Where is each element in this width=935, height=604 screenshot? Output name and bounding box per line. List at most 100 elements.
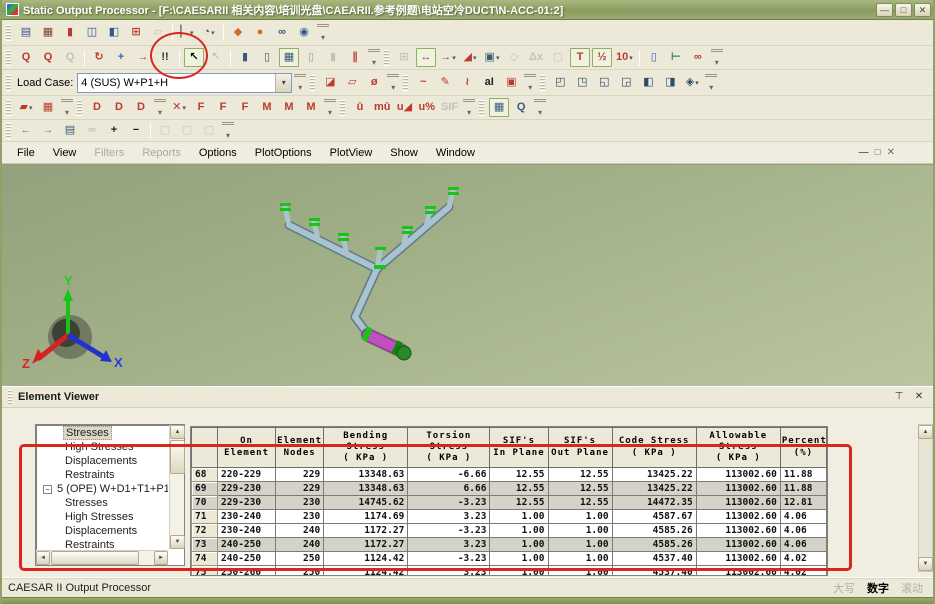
table-row[interactable]: 71230-2402301174.693.231.001.004587.6711… — [192, 510, 827, 524]
mdi-minimize-button[interactable]: — — [859, 147, 869, 158]
tee-check-button[interactable]: T — [570, 48, 590, 67]
walk-through-button[interactable]: !! — [155, 48, 175, 67]
toolbar-overflow-button[interactable]: ▾ — [387, 74, 399, 92]
length-halve-button[interactable]: ½ — [592, 48, 612, 67]
toolbar-overflow-button[interactable]: ▾ — [524, 74, 536, 92]
toolbar-overflow-button[interactable]: ▾ — [368, 49, 380, 67]
moment-element-button[interactable]: M — [279, 98, 299, 117]
restraints-button[interactable]: ↔ — [416, 48, 436, 67]
tree-vscrollbar[interactable]: ▲ ▼ — [169, 425, 184, 549]
mdi-close-button[interactable]: ✕ — [887, 147, 895, 158]
toolbar-grip[interactable] — [6, 75, 11, 91]
zoom-minus-button[interactable]: − — [126, 121, 146, 140]
moment-node-button[interactable]: M — [257, 98, 277, 117]
force-node-button[interactable]: F — [191, 98, 211, 117]
tree-item[interactable]: Stresses — [37, 496, 168, 510]
column-header[interactable]: Element Nodes — [276, 428, 324, 468]
render-wireframe-button[interactable]: ▯ — [257, 48, 277, 67]
zoom-plus-button[interactable]: + — [104, 121, 124, 140]
briefcase-button[interactable]: ▦ — [38, 23, 58, 42]
toolbar-grip[interactable] — [384, 50, 389, 66]
render-translucent-button[interactable]: ▯ — [301, 48, 321, 67]
table-row[interactable]: 74240-2502501124.42-3.231.001.004537.401… — [192, 552, 827, 566]
ruler-vertical-button[interactable]: ▯ — [644, 48, 664, 67]
toolbar-overflow-button[interactable]: ▾ — [534, 99, 546, 117]
toolbar-overflow-button[interactable]: ▾ — [324, 99, 336, 117]
toolbar-grip[interactable] — [403, 75, 408, 91]
menu-options[interactable]: Options — [190, 144, 246, 162]
stress-percent-button[interactable]: u% — [417, 98, 438, 117]
column-header[interactable]: Bending Stress ( KPa ) — [324, 428, 408, 468]
pan-button[interactable]: + — [111, 48, 131, 67]
minimize-button[interactable]: — — [876, 3, 893, 17]
tree-hscrollbar[interactable]: ◄ ► — [36, 550, 168, 565]
menu-plotview[interactable]: PlotView — [321, 144, 382, 162]
view-orient-button[interactable]: ◈▾ — [682, 73, 702, 92]
table-row[interactable]: 69229-23022913348.636.6612.5512.5513425.… — [192, 482, 827, 496]
binoculars-blue-button[interactable]: ∞ — [272, 23, 292, 42]
close-button[interactable]: ✕ — [914, 3, 931, 17]
stress-mu-button[interactable]: mū — [372, 98, 393, 117]
panel-grip-icon[interactable] — [8, 390, 12, 404]
find-node-button[interactable]: ∞ — [688, 48, 708, 67]
annotation-box-button[interactable]: ▣ — [501, 73, 521, 92]
select-arrow-button[interactable]: ↖ — [184, 48, 204, 67]
collapse-icon[interactable]: − — [43, 485, 52, 494]
row-number-cell[interactable]: 69 — [192, 482, 218, 496]
toolbar-grip[interactable] — [479, 100, 484, 116]
stress-peak-button[interactable]: u◢ — [395, 98, 415, 117]
close-panel-icon[interactable]: ✕ — [911, 390, 927, 405]
menu-view[interactable]: View — [44, 144, 86, 162]
view-iso-nw-button[interactable]: ◰ — [550, 73, 570, 92]
toolbar-overflow-button[interactable]: ▾ — [61, 99, 73, 117]
tree-vscroll-thumb[interactable] — [170, 440, 185, 474]
view-iso-ne-button[interactable]: ◳ — [572, 73, 592, 92]
ink-cartridge-button[interactable]: ▮ — [60, 23, 80, 42]
scroll-up-icon[interactable]: ▲ — [918, 425, 933, 439]
row-number-cell[interactable]: 68 — [192, 468, 218, 482]
displacements-arrow-button[interactable]: →▾ — [438, 48, 458, 67]
viewer-vscrollbar[interactable]: ▲ ▼ — [918, 424, 933, 572]
word-report-button[interactable]: ▤ — [16, 23, 36, 42]
tree-item[interactable]: Displacements — [37, 524, 168, 538]
expand-range-button[interactable]: ✕▾ — [169, 98, 189, 117]
render-hidden-line-button[interactable]: ▦ — [279, 48, 299, 67]
zoom-out-button[interactable]: Q — [38, 48, 58, 67]
tree-item[interactable]: Restraints — [37, 538, 168, 549]
menu-show[interactable]: Show — [381, 144, 427, 162]
camera-button[interactable]: ◉ — [294, 23, 314, 42]
rotate-button[interactable]: ↻ — [89, 48, 109, 67]
toolbar-grip[interactable] — [6, 50, 11, 66]
scroll-down-icon[interactable]: ▼ — [170, 535, 185, 549]
menu-file[interactable]: File — [8, 144, 44, 162]
flag-node-button[interactable]: ⊢ — [666, 48, 686, 67]
zoom-in-button[interactable]: Q — [16, 48, 36, 67]
render-solid-button[interactable]: ▮ — [235, 48, 255, 67]
nav-forward-button[interactable]: → — [38, 121, 58, 140]
column-header[interactable]: Code Stress ( KPa ) — [612, 428, 696, 468]
row-number-cell[interactable]: 70 — [192, 496, 218, 510]
maximize-button[interactable]: □ — [895, 3, 912, 17]
view-front-button[interactable]: ◱ — [594, 73, 614, 92]
results-table[interactable]: On ElementElement NodesBending Stress ( … — [191, 427, 827, 576]
toolbar-overflow-button[interactable]: ▾ — [154, 99, 166, 117]
load-case-combobox[interactable]: 4 (SUS) W+P1+H▾ — [77, 73, 292, 93]
table-row[interactable]: 70229-23023014745.62-3.2312.5512.5514472… — [192, 496, 827, 510]
table-row[interactable]: 75250-2602501124.423.231.001.004537.4011… — [192, 566, 827, 577]
text-annotate-button[interactable]: aI — [479, 73, 499, 92]
parallel-pipes-button[interactable]: ∥ — [345, 48, 365, 67]
cube-hide-button[interactable]: ø — [364, 73, 384, 92]
fire-engine-button[interactable]: ◆ — [228, 23, 248, 42]
row-number-cell[interactable]: 75 — [192, 566, 218, 577]
view-left-button[interactable]: ◧ — [638, 73, 658, 92]
car-button[interactable]: ● — [250, 23, 270, 42]
force-max-button[interactable]: F — [235, 98, 255, 117]
ruler-clamp-button[interactable]: ◫ — [82, 23, 102, 42]
element-pill-button[interactable]: ▰▾ — [16, 98, 36, 117]
column-header[interactable]: On Element — [218, 428, 276, 468]
row-number-cell[interactable]: 72 — [192, 524, 218, 538]
scroll-up-icon[interactable]: ▲ — [170, 425, 185, 439]
displacement-max-button[interactable]: D — [131, 98, 151, 117]
plot-viewport[interactable]: Y Z X — [2, 164, 933, 386]
tree-item[interactable]: High Stresses — [37, 440, 168, 454]
